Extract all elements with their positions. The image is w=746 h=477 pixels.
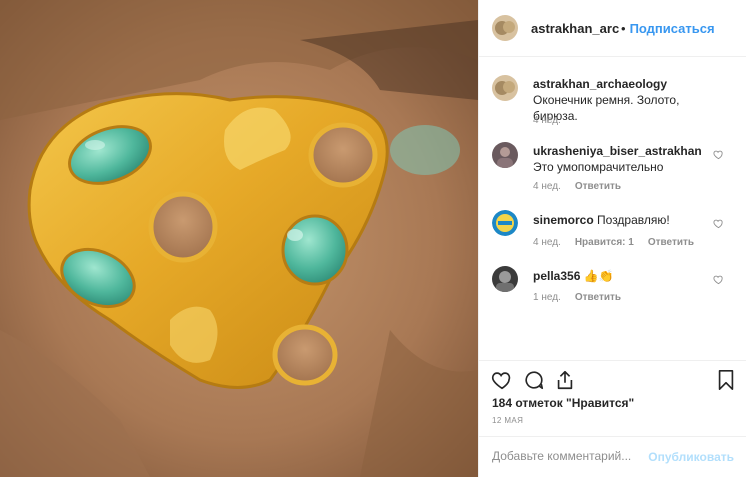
reply-button[interactable]: Ответить	[575, 292, 621, 303]
post-header: astrakhan_archa • Подписаться	[479, 0, 746, 57]
separator-dot: •	[621, 20, 626, 36]
comment-body: pella356 👍👏	[533, 268, 723, 284]
gold-artifact-image	[0, 0, 478, 477]
caption-meta: 4 нед.	[533, 115, 575, 126]
heart-icon[interactable]	[491, 369, 513, 391]
comment-username[interactable]: ukrasheniya_biser_astrakhan	[533, 144, 702, 158]
follow-button[interactable]: Подписаться	[630, 21, 715, 36]
comment-meta: 1 нед. Ответить	[533, 292, 635, 303]
bookmark-icon[interactable]	[715, 369, 737, 391]
comments-list: astrakhan_archaeology Оконечник ремня. З…	[479, 58, 746, 358]
comment-time[interactable]: 4 нед.	[533, 181, 561, 192]
comment-body: ukrasheniya_biser_astrakhan Это умопомра…	[533, 143, 723, 175]
comment-meta: 4 нед. Ответить	[533, 181, 635, 192]
author-username[interactable]: astrakhan_archa	[531, 21, 619, 36]
comment-time[interactable]: 4 нед.	[533, 237, 561, 248]
publish-button[interactable]: Опубликовать	[648, 450, 734, 464]
like-comment-heart-icon[interactable]	[713, 274, 724, 285]
author-avatar[interactable]	[492, 15, 518, 41]
comment-avatar[interactable]	[492, 266, 518, 292]
caption-username[interactable]: astrakhan_archaeology	[533, 77, 667, 91]
comment-username[interactable]: pella356	[533, 269, 580, 283]
post-photo[interactable]	[0, 0, 478, 477]
comment-avatar[interactable]	[492, 210, 518, 236]
like-comment-heart-icon[interactable]	[713, 218, 724, 229]
post-sidebar: astrakhan_archa • Подписаться astrakhan_…	[478, 0, 746, 477]
comment-input[interactable]	[492, 449, 642, 463]
reply-button[interactable]: Ответить	[575, 181, 621, 192]
reply-button[interactable]: Ответить	[648, 237, 694, 248]
post-date[interactable]: 12 МАЯ	[492, 416, 523, 425]
comment-time[interactable]: 1 нед.	[533, 292, 561, 303]
comment-body: sinemorco Поздравляю!	[533, 212, 723, 228]
comment-meta: 4 нед. Нравится: 1 Ответить	[533, 237, 708, 248]
caption: astrakhan_archaeology Оконечник ремня. З…	[492, 75, 742, 135]
likes-count[interactable]: 184 отметок "Нравится"	[492, 396, 634, 410]
share-icon[interactable]	[554, 369, 576, 391]
comment-text: Это умопомрачительно	[533, 160, 664, 174]
comment-text: 👍👏	[583, 269, 614, 283]
comment-item: ukrasheniya_biser_astrakhan Это умопомра…	[492, 142, 742, 192]
comment-username[interactable]: sinemorco	[533, 213, 594, 227]
like-comment-heart-icon[interactable]	[713, 149, 724, 160]
comment-text: Поздравляю!	[597, 213, 670, 227]
comment-avatar[interactable]	[492, 142, 518, 168]
comment-item: pella356 👍👏 1 нед. Ответить	[492, 266, 742, 306]
caption-time[interactable]: 4 нед.	[533, 115, 561, 126]
comment-item: sinemorco Поздравляю! 4 нед. Нравится: 1…	[492, 210, 742, 250]
comment-icon[interactable]	[523, 369, 545, 391]
add-comment-bar: Опубликовать	[479, 436, 746, 477]
comment-likes-count[interactable]: Нравится: 1	[575, 237, 634, 248]
action-bar	[479, 360, 746, 396]
caption-avatar[interactable]	[492, 75, 518, 101]
